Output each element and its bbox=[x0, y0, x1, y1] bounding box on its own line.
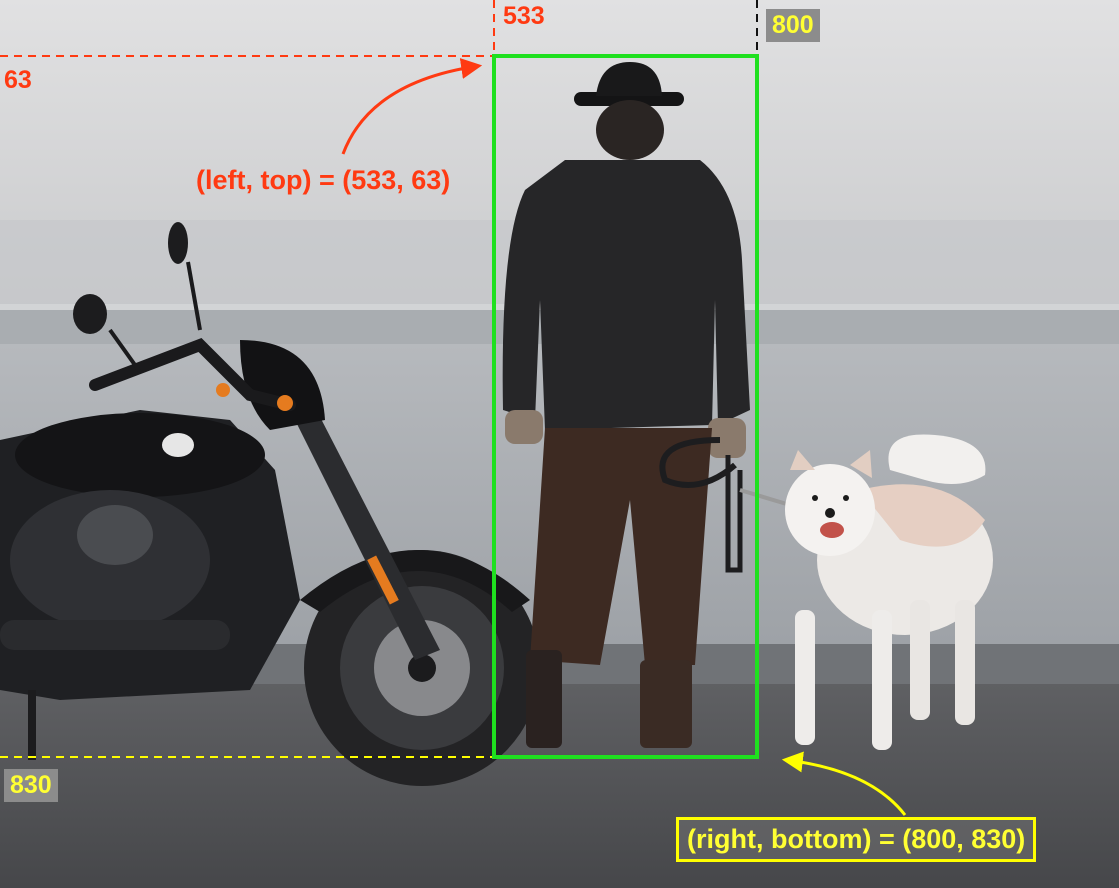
motorcycle-mirror-right bbox=[168, 222, 188, 264]
left-top-annotation: (left, top) = (533, 63) bbox=[196, 165, 451, 195]
motorcycle-turn-signal bbox=[277, 395, 293, 411]
motorcycle-exhaust bbox=[0, 620, 230, 650]
dog-front-right-leg bbox=[872, 610, 892, 750]
person-right-boot bbox=[640, 660, 692, 748]
person-head bbox=[596, 100, 664, 160]
motorcycle-mirror-left bbox=[73, 294, 107, 334]
motorcycle-kickstand bbox=[28, 690, 36, 760]
dog-mouth bbox=[820, 522, 844, 538]
dog-back-right-leg bbox=[955, 600, 975, 725]
motorcycle-turn-signal-left bbox=[216, 383, 230, 397]
person-left-boot bbox=[526, 650, 562, 748]
right-bottom-annotation: (right, bottom) = (800, 830) bbox=[676, 817, 1037, 862]
motorcycle-tank-badge bbox=[162, 433, 194, 457]
dog-right-eye bbox=[843, 495, 849, 501]
dog-front-left-leg bbox=[795, 610, 815, 745]
person-left-hand bbox=[505, 410, 543, 444]
dog-nose bbox=[825, 508, 835, 518]
motorcycle-engine-cover bbox=[77, 505, 153, 565]
motorcycle-fuel-tank bbox=[15, 413, 265, 497]
dog-back-left-leg bbox=[910, 600, 930, 720]
left-coordinate-label: 533 bbox=[503, 2, 545, 30]
right-coordinate-label: 800 bbox=[766, 9, 820, 42]
dog-left-eye bbox=[812, 495, 818, 501]
top-coordinate-label: 63 bbox=[4, 66, 32, 94]
bottom-coordinate-label: 830 bbox=[4, 769, 58, 802]
photo-scene bbox=[0, 0, 1119, 888]
motorcycle-hub bbox=[408, 654, 436, 682]
